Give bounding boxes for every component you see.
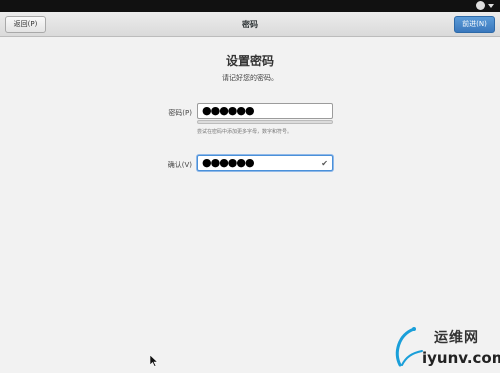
page-header-title: 密码 <box>242 20 258 29</box>
system-status-area[interactable] <box>476 1 494 10</box>
password-label: 密码(P) <box>168 109 192 117</box>
user-status-icon <box>476 1 485 10</box>
confirm-label: 确认(V) <box>167 161 192 169</box>
chevron-down-icon <box>488 4 494 8</box>
password-field[interactable]: ●●●●●● <box>197 103 333 119</box>
page-title: 设置密码 <box>225 54 274 68</box>
password-strength-hint: 尝试在密码中添加更多字母，数字和符号。 <box>197 129 293 135</box>
top-system-bar <box>0 0 500 12</box>
watermark-name: 运维网 <box>434 330 479 346</box>
watermark: 运维网 iyunv.com <box>392 325 500 371</box>
password-strength-bar <box>197 120 333 124</box>
page-subtitle: 请记好您的密码。 <box>222 74 278 82</box>
next-button[interactable]: 前进(N) <box>454 16 495 33</box>
check-icon: ✔ <box>321 159 328 168</box>
header-bar: 返回(P) 密码 前进(N) <box>0 12 500 37</box>
password-value: ●●●●●● <box>202 104 255 117</box>
confirm-password-field[interactable]: ●●●●●● ✔ <box>197 155 333 171</box>
mouse-cursor-icon <box>150 355 158 367</box>
watermark-url: iyunv.com <box>422 349 500 367</box>
confirm-password-value: ●●●●●● <box>202 156 255 169</box>
